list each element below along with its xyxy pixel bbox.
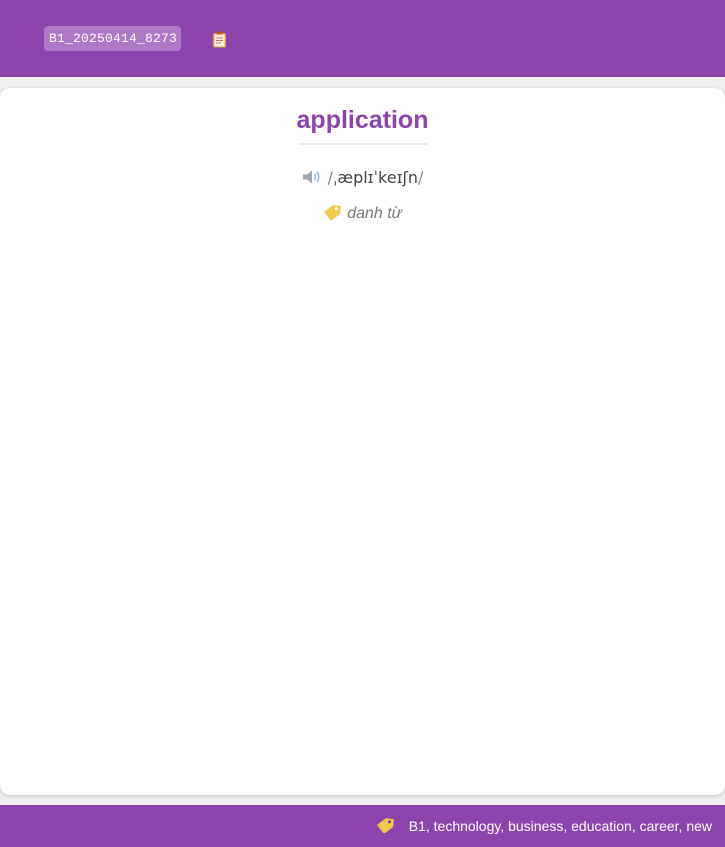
clipboard-icon[interactable] <box>212 31 227 48</box>
tag-icon <box>376 818 394 834</box>
tag-icon <box>324 205 342 221</box>
part-of-speech-row: danh từ <box>0 203 725 225</box>
speaker-icon[interactable] <box>302 169 322 185</box>
ipa-transcription: /ˌæplɪˈkeɪʃn/ <box>327 168 424 187</box>
header-bar: B1_20250414_8273 <box>0 0 725 77</box>
card-id-badge[interactable]: B1_20250414_8273 <box>44 26 182 51</box>
word-divider <box>299 143 428 145</box>
part-of-speech-label: danh từ <box>347 205 402 222</box>
footer-bar: B1, technology, business, education, car… <box>0 805 725 847</box>
flashcard: application /ˌæplɪˈkeɪʃn/ danh từ <box>0 88 725 795</box>
tags-list: B1, technology, business, education, car… <box>408 818 712 834</box>
ipa-text: ˌæplɪˈkeɪʃn <box>332 168 419 187</box>
vocabulary-word: application <box>296 106 429 134</box>
tags-row: B1, technology, business, education, car… <box>376 805 712 847</box>
pronunciation-row: /ˌæplɪˈkeɪʃn/ <box>0 167 725 189</box>
